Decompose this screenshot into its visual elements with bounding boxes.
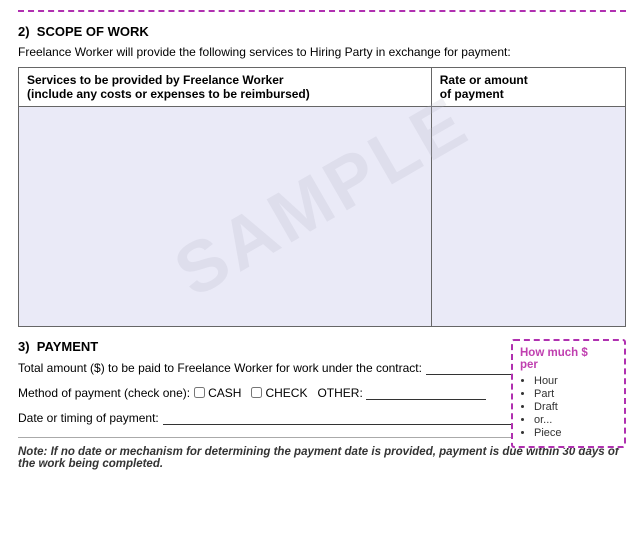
callout-list: Hour Part Draft or... Piece	[520, 375, 617, 439]
check-checkbox[interactable]	[251, 387, 262, 398]
page-container: 2) SCOPE OF WORK Freelance Worker will p…	[0, 0, 644, 480]
payment-options: CASH CHECK OTHER:	[194, 385, 486, 400]
callout-title: How much $per	[520, 347, 617, 371]
callout-item-part: Part	[534, 388, 617, 400]
scope-title-text: SCOPE OF WORK	[37, 24, 149, 39]
scope-title: 2) SCOPE OF WORK	[18, 24, 626, 39]
scope-number: 2)	[18, 24, 30, 39]
cash-label: CASH	[208, 386, 241, 400]
note-body: If no date or mechanism for determining …	[18, 446, 619, 470]
check-label: CHECK	[265, 386, 307, 400]
scope-table: Services to be provided by Freelance Wor…	[18, 67, 626, 327]
payment-title-text: PAYMENT	[37, 339, 98, 354]
scope-section: 2) SCOPE OF WORK Freelance Worker will p…	[18, 24, 626, 327]
check-option[interactable]: CHECK	[251, 386, 307, 400]
callout-item-or: or...	[534, 414, 617, 426]
scope-intro: Freelance Worker will provide the follow…	[18, 45, 626, 59]
cash-checkbox[interactable]	[194, 387, 205, 398]
date-label: Date or timing of payment:	[18, 411, 159, 425]
cash-option[interactable]: CASH	[194, 386, 241, 400]
callout-box: How much $per Hour Part Draft or... Piec…	[511, 339, 626, 448]
callout-item-draft: Draft	[534, 401, 617, 413]
scope-section-border	[18, 10, 626, 16]
callout-item-hour: Hour	[534, 375, 617, 387]
method-label: Method of payment (check one):	[18, 386, 190, 400]
scope-col2-header: Rate or amountof payment	[431, 68, 625, 107]
other-label: OTHER:	[317, 386, 362, 400]
other-input[interactable]	[366, 385, 486, 400]
other-option: OTHER:	[317, 385, 485, 400]
scope-col1-cell	[19, 107, 432, 327]
scope-col1-header: Services to be provided by Freelance Wor…	[19, 68, 432, 107]
payment-number: 3)	[18, 339, 30, 354]
callout-item-piece: Piece	[534, 427, 617, 439]
scope-table-wrapper: SAMPLE Services to be provided by Freela…	[18, 67, 626, 327]
note-bold: Note:	[18, 446, 47, 458]
scope-col2-cell	[431, 107, 625, 327]
payment-section: How much $per Hour Part Draft or... Piec…	[18, 339, 626, 470]
total-label: Total amount ($) to be paid to Freelance…	[18, 361, 422, 375]
